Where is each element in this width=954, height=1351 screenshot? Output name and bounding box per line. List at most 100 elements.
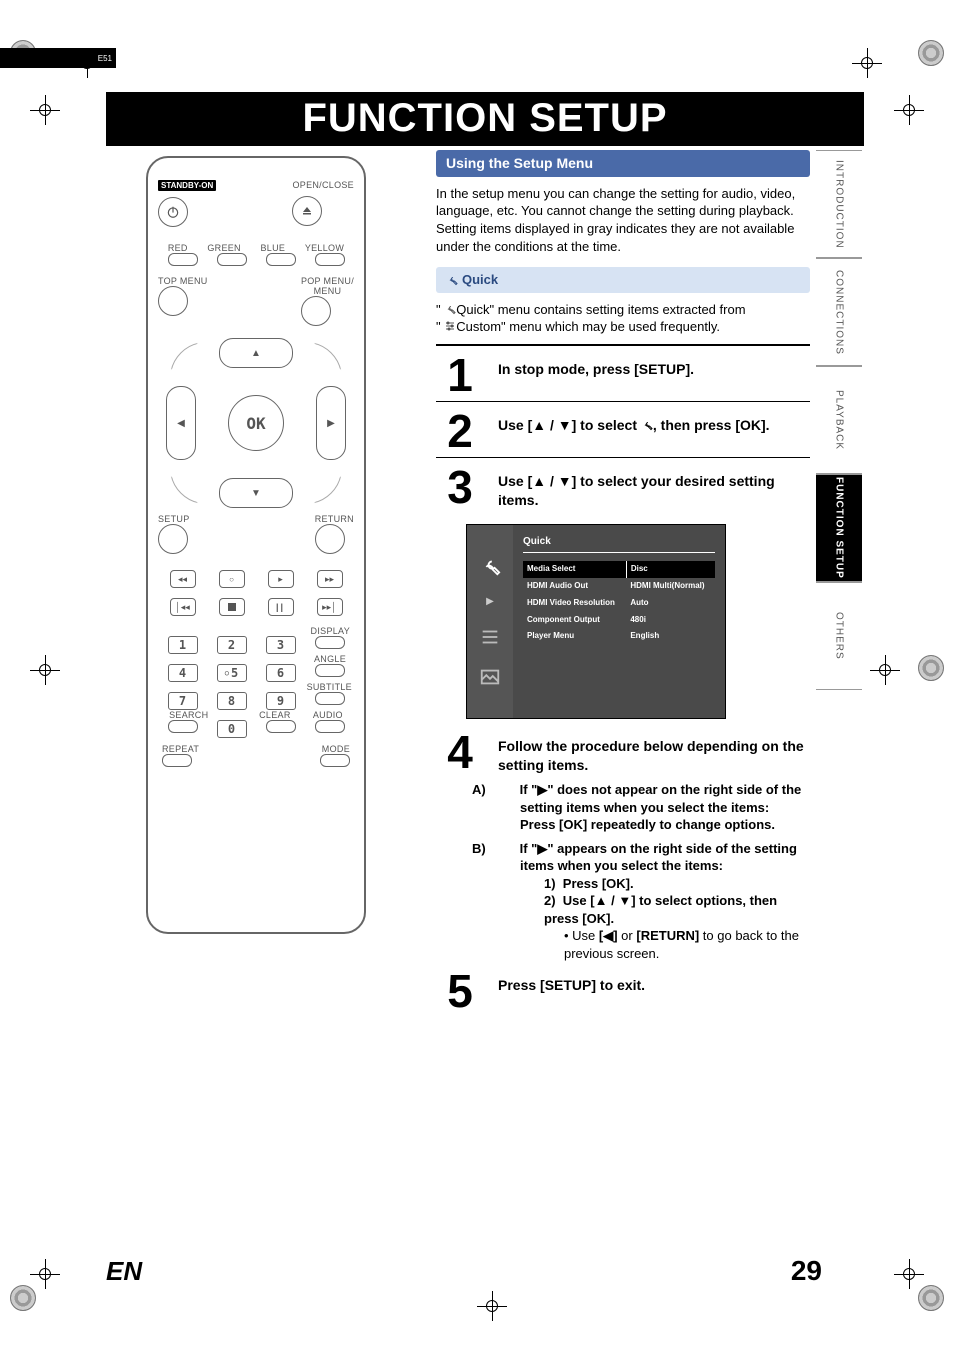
nav-pad: OK	[166, 338, 346, 508]
menu-table: Media SelectDiscHDMI Audio OutHDMI Multi…	[523, 561, 715, 645]
mode-button[interactable]	[320, 754, 350, 767]
pop-menu-label: POP MENU/ MENU	[301, 276, 354, 296]
down-arrow-icon	[251, 488, 261, 499]
step-4-text: Follow the procedure below depending on …	[498, 733, 810, 775]
using-setup-para-2: Setting items displayed in gray indicate…	[436, 220, 810, 255]
prev-button[interactable]: │◂◂	[170, 598, 196, 616]
num-6-button[interactable]: 6	[266, 664, 296, 682]
dot-icon: ○	[229, 575, 234, 584]
step-number: 5	[436, 972, 484, 1011]
num-7-button[interactable]: 7	[168, 692, 198, 710]
num-2-button[interactable]: 2	[217, 636, 247, 654]
repeat-button[interactable]	[162, 754, 192, 767]
open-close-button[interactable]	[292, 196, 322, 226]
image-icon	[479, 666, 501, 688]
crop-mark-icon	[918, 40, 944, 66]
green-button[interactable]	[217, 253, 247, 266]
step-5: 5 Press [SETUP] to exit.	[436, 972, 810, 1011]
return-label: RETURN	[315, 514, 354, 524]
search-label: SEARCH	[169, 710, 208, 720]
angle-button[interactable]	[315, 664, 345, 677]
nav-up-button[interactable]	[219, 338, 293, 368]
clear-label: CLEAR	[259, 710, 291, 720]
menu-row: HDMI Video ResolutionAuto	[523, 595, 715, 612]
mode-label: MODE	[322, 744, 350, 754]
power-button[interactable]	[158, 197, 188, 227]
search-button[interactable]	[168, 720, 198, 733]
step-3-text: Use [▲ / ▼] to select your desired setti…	[498, 468, 810, 510]
ok-button[interactable]: OK	[228, 395, 284, 451]
menu-row: Media SelectDisc	[523, 561, 715, 578]
header-code: E51	[0, 48, 116, 68]
display-label: DISPLAY	[311, 626, 350, 636]
step-4-substeps: A) If "▶" does not appear on the right s…	[496, 781, 810, 962]
forward-icon: ▸▸	[325, 574, 334, 585]
forward-button[interactable]: ▸▸	[317, 570, 343, 588]
step-4: 4 Follow the procedure below depending o…	[436, 733, 810, 775]
nav-left-button[interactable]	[166, 386, 196, 460]
setup-label: SETUP	[158, 514, 190, 524]
display-button[interactable]	[315, 636, 345, 649]
right-arrow-icon	[327, 418, 335, 429]
next-button[interactable]: ▸▸│	[317, 598, 343, 616]
wrench-icon	[446, 274, 458, 286]
step-2-text: Use [▲ / ▼] to select , then press [OK].	[498, 412, 810, 451]
num-9-button[interactable]: 9	[266, 692, 296, 710]
power-icon	[166, 205, 180, 219]
return-button[interactable]	[315, 524, 345, 554]
prev-icon: │◂◂	[175, 602, 190, 613]
crop-mark-icon	[918, 655, 944, 681]
stop-button[interactable]	[219, 598, 245, 616]
rewind-button[interactable]: ◂◂	[170, 570, 196, 588]
registration-mark-icon	[30, 1259, 60, 1289]
audio-button[interactable]	[315, 720, 345, 733]
section-heading-using-setup: Using the Setup Menu	[436, 150, 810, 177]
stop-icon	[228, 603, 236, 611]
setup-menu-screenshot: ▶ Quick Media SelectDiscHDMI Audio OutHD…	[466, 524, 726, 720]
clear-button[interactable]	[266, 720, 296, 733]
menu-title: Quick	[523, 535, 715, 549]
num-1-button[interactable]: 1	[168, 636, 198, 654]
blue-button[interactable]	[266, 253, 296, 266]
quick-para-2: " Custom" menu which may be used frequen…	[436, 318, 810, 336]
side-tab[interactable]: PLAYBACK	[816, 366, 862, 474]
num-0-button[interactable]: 0	[217, 720, 247, 738]
side-tab[interactable]: CONNECTIONS	[816, 258, 862, 366]
remote-body: STANDBY-ON OPEN/CLOSE	[146, 156, 366, 934]
subtitle-label: SUBTITLE	[307, 682, 352, 692]
step-1-text: In stop mode, press [SETUP].	[498, 356, 810, 395]
wrench-icon	[641, 419, 653, 431]
setup-button[interactable]	[158, 524, 188, 554]
side-tab[interactable]: INTRODUCTION	[816, 150, 862, 258]
num-4-button[interactable]: 4	[168, 664, 198, 682]
pop-menu-button[interactable]	[301, 296, 331, 326]
side-tabs: INTRODUCTIONCONNECTIONSPLAYBACKFUNCTION …	[816, 150, 862, 690]
play-button[interactable]: ▸	[268, 570, 294, 588]
num-5-button[interactable]: ○5	[217, 664, 247, 682]
step-button[interactable]: ○	[219, 570, 245, 588]
pause-button[interactable]: ||	[268, 598, 294, 616]
subtitle-button[interactable]	[315, 692, 345, 705]
open-close-label: OPEN/CLOSE	[292, 180, 354, 190]
num-3-button[interactable]: 3	[266, 636, 296, 654]
substep-a: A) If "▶" does not appear on the right s…	[496, 781, 810, 834]
top-menu-button[interactable]	[158, 286, 188, 316]
yellow-label: YELLOW	[305, 243, 344, 253]
registration-mark-icon	[30, 95, 60, 125]
side-tab[interactable]: OTHERS	[816, 582, 862, 690]
repeat-label: REPEAT	[162, 744, 199, 754]
side-tab[interactable]: FUNCTION SETUP	[816, 474, 862, 582]
red-button[interactable]	[168, 253, 198, 266]
registration-mark-icon	[477, 1291, 507, 1321]
step-number: 4	[436, 733, 484, 775]
nav-right-button[interactable]	[316, 386, 346, 460]
nav-down-button[interactable]	[219, 478, 293, 508]
page-title: FUNCTION SETUP	[106, 92, 864, 146]
num-8-button[interactable]: 8	[217, 692, 247, 710]
menu-row: HDMI Audio OutHDMI Multi(Normal)	[523, 578, 715, 595]
registration-mark-icon	[870, 655, 900, 685]
up-arrow-icon	[251, 348, 261, 359]
step-number: 2	[436, 412, 484, 451]
yellow-button[interactable]	[315, 253, 345, 266]
wrench-icon	[444, 303, 456, 315]
